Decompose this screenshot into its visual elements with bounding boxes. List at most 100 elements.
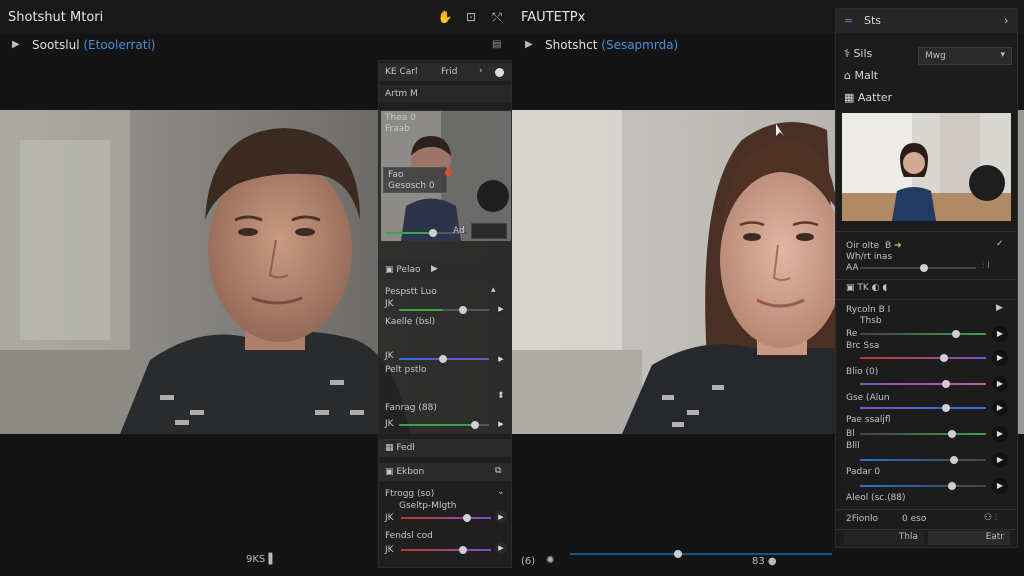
play-button-r4[interactable]: ▶ — [992, 400, 1008, 416]
hand-tool-icon[interactable]: ✋ — [436, 8, 454, 26]
footer-right-button[interactable]: Eatr — [928, 531, 1010, 545]
check-icon[interactable]: ✓ — [996, 239, 1004, 249]
mode-select[interactable]: Mwg ▾ — [918, 47, 1012, 65]
row-jk-c-label: JK — [385, 419, 394, 429]
play-icon-r0[interactable]: ▶ — [996, 303, 1003, 313]
left-frame-count-text: 9KS — [246, 554, 266, 565]
row-whrt: Wh/rt inas — [846, 252, 893, 262]
row-eso: 0 eso — [902, 514, 927, 524]
slider-purple[interactable] — [399, 355, 489, 363]
footer-left-button[interactable]: Thla — [844, 531, 924, 545]
slider-red-purple[interactable] — [401, 514, 491, 522]
row-aatter-text: Aatter — [857, 91, 893, 104]
adjustment-panel: KE Carl Frid › Artm M Thea 0 Fraab Fao G… — [378, 60, 512, 568]
slider-red-r[interactable] — [860, 354, 986, 362]
mode-select-value: Mwg — [925, 51, 946, 61]
crop-icon[interactable]: ⊡ — [462, 8, 480, 26]
row-blll: Blll — [846, 441, 860, 451]
play-button-2[interactable]: ▶ — [495, 353, 507, 365]
slider-blue-r2[interactable] — [860, 482, 986, 490]
play-small-icon[interactable]: ▶ — [431, 264, 438, 274]
section-fedl-header[interactable]: ▦ Fedl — [379, 439, 511, 457]
chevron-right-icon[interactable]: › — [479, 66, 483, 76]
row-pespstt: Pespstt Luo — [385, 287, 437, 297]
clipboard-icon[interactable]: ▤ — [492, 39, 501, 50]
marker-dot-icon[interactable] — [445, 169, 452, 176]
footer-right-text: Eatr — [985, 532, 1004, 542]
section-tk[interactable]: ▣ TK ◐ ◖ — [846, 283, 887, 293]
row-rycoln: Rycoln B I — [846, 305, 891, 315]
compare-icon[interactable]: ⤲ — [488, 8, 506, 26]
section-fedl-text: Fedl — [396, 443, 415, 453]
panel-header: KE Carl Frid › — [379, 63, 511, 81]
record-dot-icon[interactable] — [495, 68, 504, 77]
row-rycoln-b: B — [878, 305, 885, 315]
left-view-label: Sootslul (Etoolerrati) — [32, 38, 155, 52]
slider-green[interactable] — [399, 306, 489, 314]
row-jk-b: JK — [385, 351, 394, 361]
row-malt[interactable]: ⌂ Malt — [844, 69, 878, 82]
overlay-chip[interactable]: Fao Gesosch 0 — [383, 167, 447, 193]
scroll-icon[interactable]: ⬍ — [497, 391, 505, 401]
slider-violet-r[interactable] — [860, 404, 986, 412]
play-button-r7[interactable]: ▶ — [992, 478, 1008, 494]
section-ekbon-header[interactable]: ▣ Ekbon ⧉ — [379, 463, 511, 481]
slider-pink-r[interactable] — [860, 380, 986, 388]
row-fionlo: 2Fionlo — [846, 514, 878, 524]
right-window-title: FAUTETPx — [521, 10, 586, 25]
chevron-down-icon[interactable]: ⌄ — [497, 487, 505, 497]
section-pelao-header[interactable]: ▣ Pelao ▶ — [379, 261, 511, 279]
slider-blue-r[interactable] — [860, 456, 986, 464]
wave-icon: ≈ — [844, 14, 854, 27]
row-aatter[interactable]: ▦ Aatter — [844, 91, 892, 104]
expand-left-icon[interactable]: ▶ — [12, 39, 20, 50]
row-oir-text: Oir olte — [846, 241, 880, 251]
mid-frame-label: (6) — [521, 556, 536, 567]
preview-label-a: Thea 0 — [385, 113, 416, 123]
link-icon[interactable]: ⫶ I — [982, 261, 990, 271]
panel-mode-right[interactable]: Frid — [441, 67, 457, 77]
row-thsb: Thsb — [860, 316, 882, 326]
slider-green-r2[interactable] — [860, 430, 986, 438]
timeline-track[interactable] — [570, 550, 832, 558]
play-button-4[interactable]: ▶ — [495, 511, 507, 523]
slider-green-r[interactable] — [860, 330, 986, 338]
section-fedl-label: ▦ Fedl — [385, 443, 415, 453]
slider-red[interactable] — [401, 546, 491, 554]
gear-icon[interactable]: ✺ — [546, 555, 554, 566]
play-button-r1[interactable]: ▶ — [992, 326, 1008, 342]
reference-thumbnail[interactable] — [842, 113, 1011, 221]
play-button-r2[interactable]: ▶ — [992, 350, 1008, 366]
timeline-knob[interactable] — [674, 550, 682, 558]
row-pelt: Pelt pstlo — [385, 365, 427, 375]
chevron-down-icon-2: ▾ — [1000, 50, 1005, 60]
section-pelao-label: ▣ Pelao — [385, 265, 421, 275]
row-re: Re — [846, 329, 858, 339]
left-view-name: Sootslul — [32, 38, 80, 52]
play-button-r5[interactable]: ▶ — [992, 426, 1008, 442]
play-button-5[interactable]: ▶ — [495, 542, 507, 554]
slider-green-2[interactable] — [399, 421, 489, 429]
play-button-r6[interactable]: ▶ — [992, 452, 1008, 468]
collapse-icon[interactable]: ▴ — [491, 285, 496, 295]
expand-right-icon[interactable]: ▶ — [525, 39, 533, 50]
footer-left-text: Thla — [898, 532, 918, 542]
play-button-3[interactable]: ▶ — [495, 418, 507, 430]
preview-value: Ad — [453, 226, 465, 236]
row-pae: Pae ssaljfl — [846, 415, 891, 425]
row-gse: Gse (Alun — [846, 393, 890, 403]
preview-value-box[interactable] — [471, 223, 507, 239]
section-pelao-text: Pelao — [396, 265, 421, 275]
right-frame-label-text: 83 — [752, 556, 765, 567]
slider-gray[interactable] — [860, 264, 976, 272]
panel-tab-label: Artm M — [385, 89, 418, 99]
chevron-right-icon-2[interactable]: › — [1004, 14, 1008, 27]
play-button-r3[interactable]: ▶ — [992, 376, 1008, 392]
panel-tab[interactable]: Artm M — [379, 85, 511, 103]
play-button-1[interactable]: ▶ — [495, 303, 507, 315]
row-fanrag: Fanrag (88) — [385, 403, 437, 413]
expand-box-icon[interactable]: ⧉ — [495, 466, 501, 476]
people-icon[interactable]: ⚇ ⫶ — [984, 513, 997, 523]
properties-header[interactable]: ≈ Sts › — [836, 9, 1017, 33]
window-title: Shotshut Mtori — [8, 10, 104, 25]
